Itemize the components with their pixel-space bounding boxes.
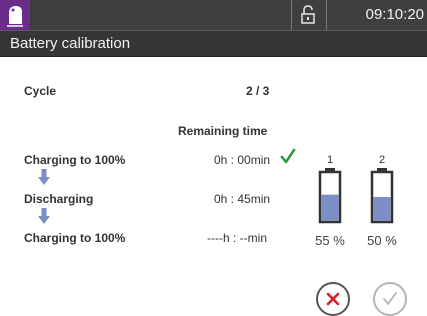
page-title: Battery calibration — [10, 35, 131, 52]
unlocked-padlock-icon[interactable] — [297, 5, 319, 25]
step-time: 0h : 00min — [214, 153, 271, 167]
battery-2-gauge — [370, 168, 394, 224]
arrow-down-icon — [38, 208, 50, 224]
cycle-value: 2 / 3 — [246, 84, 270, 98]
battery-percent: 55 % — [315, 233, 345, 248]
confirm-check-icon — [383, 292, 397, 305]
battery-percent: 50 % — [367, 233, 397, 248]
brand-logo-icon[interactable] — [0, 0, 30, 30]
status-separator — [291, 0, 292, 30]
step-label: Discharging — [24, 192, 94, 206]
step-label: Charging to 100% — [24, 231, 126, 245]
cancel-x-icon — [326, 292, 340, 306]
status-bar: 09:10:20 — [0, 0, 427, 31]
step-time: ----h : --min — [207, 231, 267, 245]
step-time: 0h : 45min — [214, 192, 271, 206]
check-icon — [280, 148, 296, 164]
clock: 09:10:20 — [365, 6, 424, 23]
confirm-button[interactable] — [373, 282, 407, 316]
battery-1-gauge — [318, 168, 342, 224]
step-label: Charging to 100% — [24, 153, 126, 167]
status-separator — [326, 0, 327, 30]
cancel-button[interactable] — [316, 282, 350, 316]
battery-number: 1 — [326, 154, 334, 166]
battery-number: 2 — [378, 154, 386, 166]
screen-header: Battery calibration — [0, 31, 427, 57]
remaining-time-header: Remaining time — [178, 124, 268, 138]
arrow-down-icon — [38, 169, 50, 185]
cycle-label: Cycle — [24, 84, 57, 98]
